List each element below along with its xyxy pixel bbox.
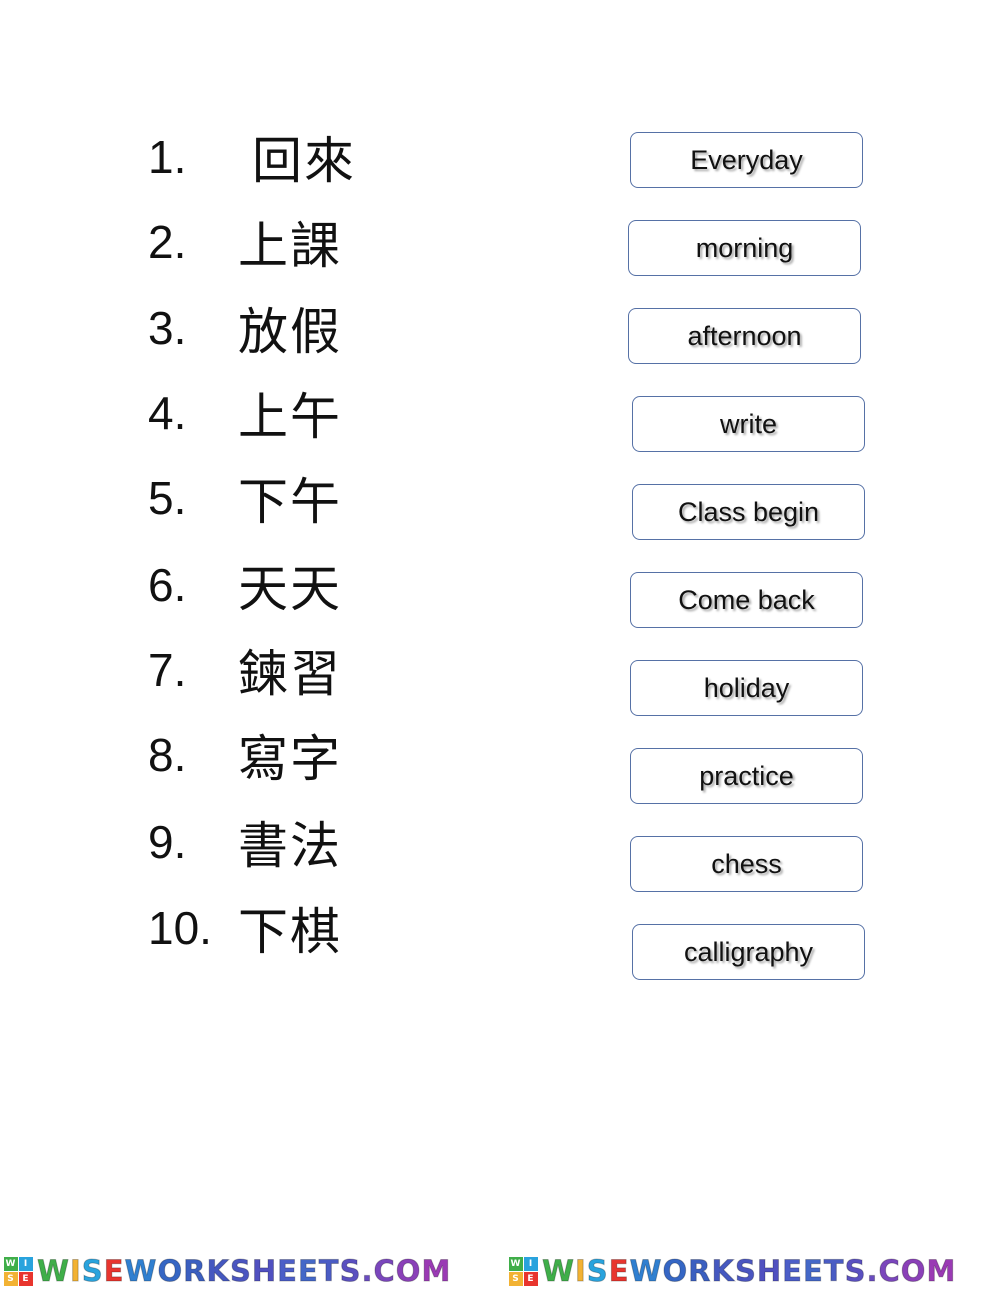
chinese-word: 上課: [238, 217, 342, 275]
answer-box[interactable]: Class begin: [632, 484, 865, 540]
vocab-item: 8. 寫字: [148, 725, 342, 788]
logo-tile-icon: WISE: [4, 1256, 33, 1286]
answer-box[interactable]: chess: [630, 836, 863, 892]
chinese-word: 鍊習: [238, 645, 342, 703]
vocab-item: 10. 下棋: [148, 898, 342, 961]
answer-box[interactable]: calligraphy: [632, 924, 865, 980]
wiseworksheets-logo: WISEWISEWORKSHEETS.COM: [4, 1254, 452, 1289]
answer-box[interactable]: Everyday: [630, 132, 863, 188]
answer-box[interactable]: holiday: [630, 660, 863, 716]
vocab-item: 9. 書法: [148, 812, 342, 875]
chinese-word: 寫字: [238, 730, 342, 788]
item-number: 1.: [148, 131, 187, 183]
vocab-item: 7. 鍊習: [148, 640, 342, 703]
chinese-word: 放假: [238, 303, 342, 361]
worksheet-page: 1. 回來 2. 上課 3. 放假 4. 上午 5. 下午 6. 天天 7. 鍊習 8. 寫字 9. 書法 10. 下…: [0, 0, 1000, 1291]
logo-tile-icon: WISE: [509, 1256, 538, 1286]
answer-box[interactable]: morning: [628, 220, 861, 276]
answer-box[interactable]: Come back: [630, 572, 863, 628]
vocab-item: 3. 放假: [148, 298, 342, 361]
vocab-item: 2. 上課: [148, 212, 342, 275]
item-number: 10.: [148, 902, 212, 954]
item-number: 4.: [148, 387, 187, 439]
chinese-word: 天天: [238, 560, 342, 618]
item-number: 7.: [148, 644, 187, 696]
vocab-item: 4. 上午: [148, 383, 342, 446]
item-number: 2.: [148, 216, 187, 268]
answer-box[interactable]: write: [632, 396, 865, 452]
vocab-item: 5. 下午: [148, 468, 342, 531]
chinese-word: 書法: [238, 817, 342, 875]
chinese-word: 上午: [238, 388, 342, 446]
vocab-item: 6. 天天: [148, 555, 342, 618]
item-number: 5.: [148, 472, 187, 524]
item-number: 3.: [148, 302, 187, 354]
wiseworksheets-logo: WISEWISEWORKSHEETS.COM: [509, 1254, 957, 1289]
chinese-word: 下午: [238, 473, 342, 531]
chinese-word: 回來: [252, 132, 356, 190]
chinese-word: 下棋: [238, 903, 342, 961]
item-number: 9.: [148, 816, 187, 868]
vocab-item: 1. 回來: [148, 127, 356, 190]
answer-box[interactable]: afternoon: [628, 308, 861, 364]
item-number: 6.: [148, 559, 187, 611]
item-number: 8.: [148, 729, 187, 781]
answer-box[interactable]: practice: [630, 748, 863, 804]
